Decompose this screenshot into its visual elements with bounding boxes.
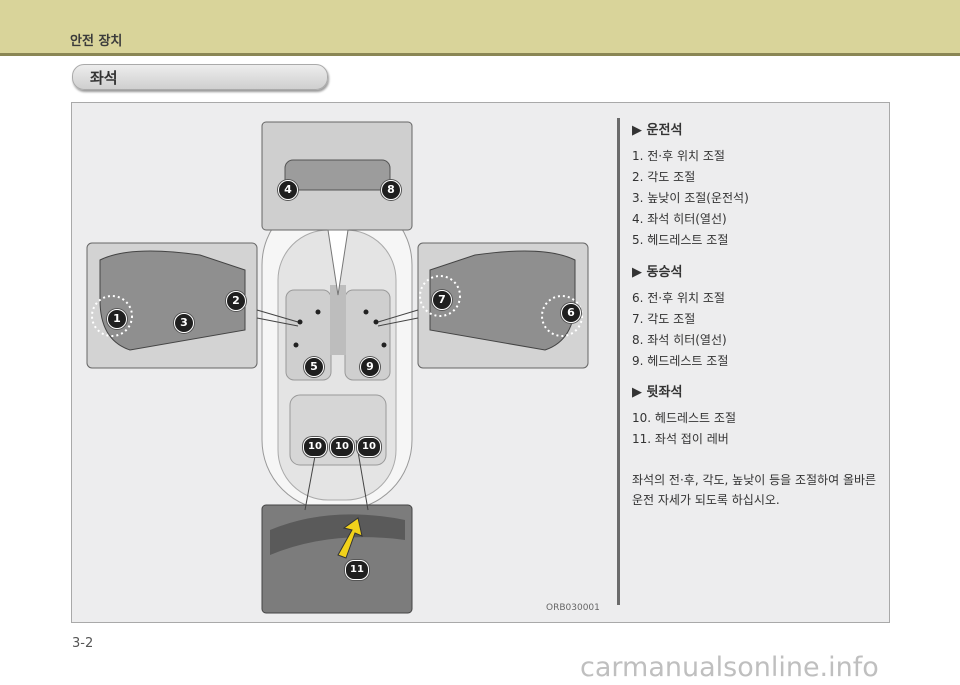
list-item: 8. 좌석 히터(열선) [632, 333, 727, 347]
badge-2: 2 [226, 291, 246, 311]
badge-9: 9 [360, 357, 380, 377]
figure-code: ORB030001 [546, 603, 600, 613]
list-item: 5. 헤드레스트 조절 [632, 233, 729, 247]
list-item: 6. 전·후 위치 조절 [632, 291, 725, 305]
badge-8: 8 [381, 180, 401, 200]
watermark: carmanualsonline.info [580, 652, 879, 683]
column-divider [617, 118, 620, 605]
badge-4: 4 [278, 180, 298, 200]
badge-10-left: 10 [303, 437, 327, 457]
driver-heading: ▶ 운전석 [632, 123, 683, 138]
badge-6: 6 [561, 303, 581, 323]
badge-5: 5 [304, 357, 324, 377]
list-item: 7. 각도 조절 [632, 312, 696, 326]
list-item: 9. 헤드레스트 조절 [632, 354, 729, 368]
list-item: 11. 좌석 접이 레버 [632, 432, 729, 446]
badge-1: 1 [107, 309, 127, 329]
list-item: 1. 전·후 위치 조절 [632, 149, 725, 163]
list-item: 2. 각도 조절 [632, 170, 696, 184]
page-number: 3-2 [72, 636, 94, 651]
list-item: 3. 높낮이 조절(운전석) [632, 191, 749, 205]
list-item: 4. 좌석 히터(열선) [632, 212, 727, 226]
badge-11: 11 [345, 560, 369, 580]
badge-7: 7 [432, 290, 452, 310]
badge-10-right: 10 [357, 437, 381, 457]
passenger-heading: ▶ 동승석 [632, 265, 683, 280]
seat-illustration [86, 121, 589, 614]
list-item: 10. 헤드레스트 조절 [632, 411, 736, 425]
badge-10-center: 10 [330, 437, 354, 457]
rear-heading: ▶ 뒷좌석 [632, 385, 683, 400]
badge-3: 3 [174, 313, 194, 333]
adjustment-note: 좌석의 전·후, 각도, 높낮이 등을 조절하여 올바른 운전 자세가 되도록 … [632, 473, 877, 507]
